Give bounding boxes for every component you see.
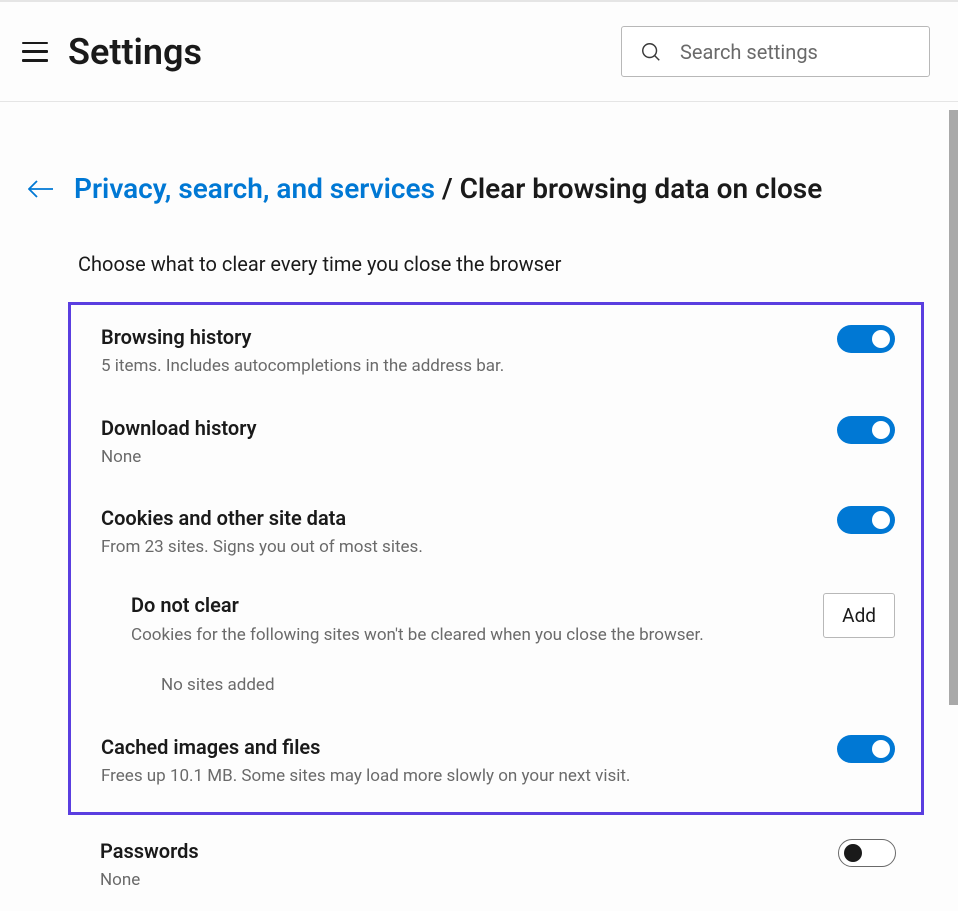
- do-not-clear-title: Do not clear: [131, 593, 704, 617]
- do-not-clear-block: Do not clear Cookies for the following s…: [131, 593, 895, 645]
- setting-cookies: Cookies and other site data From 23 site…: [101, 506, 895, 559]
- do-not-clear-text: Do not clear Cookies for the following s…: [131, 593, 704, 645]
- do-not-clear-desc: Cookies for the following sites won't be…: [131, 625, 704, 645]
- back-button[interactable]: [28, 179, 54, 199]
- setting-cached: Cached images and files Frees up 10.1 MB…: [101, 735, 895, 788]
- breadcrumb-separator: /: [442, 172, 460, 205]
- setting-title: Cached images and files: [101, 735, 817, 759]
- setting-text: Passwords None: [100, 839, 818, 892]
- setting-title: Passwords: [100, 839, 818, 863]
- search-wrap: [621, 26, 930, 77]
- header-left: Settings: [22, 31, 202, 73]
- settings-header: Settings: [0, 0, 958, 102]
- setting-browsing-history: Browsing history 5 items. Includes autoc…: [101, 325, 895, 378]
- toggle-cookies[interactable]: [837, 506, 895, 534]
- breadcrumb-current: Clear browsing data on close: [460, 172, 823, 205]
- setting-desc: From 23 sites. Signs you out of most sit…: [101, 536, 817, 559]
- setting-text: Cached images and files Frees up 10.1 MB…: [101, 735, 817, 788]
- menu-icon[interactable]: [22, 42, 48, 62]
- highlighted-settings: Browsing history 5 items. Includes autoc…: [68, 302, 924, 816]
- do-not-clear-empty: No sites added: [161, 675, 895, 695]
- setting-desc: Frees up 10.1 MB. Some sites may load mo…: [101, 765, 817, 788]
- toggle-download-history[interactable]: [837, 416, 895, 444]
- content: Privacy, search, and services / Clear br…: [0, 102, 958, 892]
- setting-download-history: Download history None: [101, 416, 895, 469]
- breadcrumb-text: Privacy, search, and services / Clear br…: [74, 172, 822, 206]
- intro-text: Choose what to clear every time you clos…: [78, 252, 930, 276]
- setting-desc: None: [101, 446, 817, 469]
- arrow-left-icon: [28, 179, 54, 199]
- page-title: Settings: [68, 31, 202, 73]
- breadcrumb-parent-link[interactable]: Privacy, search, and services: [74, 172, 435, 205]
- search-input[interactable]: [621, 26, 930, 77]
- scrollbar[interactable]: [949, 110, 958, 705]
- setting-text: Cookies and other site data From 23 site…: [101, 506, 817, 559]
- setting-text: Browsing history 5 items. Includes autoc…: [101, 325, 817, 378]
- setting-title: Download history: [101, 416, 817, 440]
- setting-title: Browsing history: [101, 325, 817, 349]
- add-button[interactable]: Add: [823, 593, 895, 638]
- setting-desc: 5 items. Includes autocompletions in the…: [101, 355, 817, 378]
- toggle-browsing-history[interactable]: [837, 325, 895, 353]
- toggle-cached[interactable]: [837, 735, 895, 763]
- setting-title: Cookies and other site data: [101, 506, 817, 530]
- toggle-passwords[interactable]: [838, 839, 896, 867]
- setting-desc: None: [100, 869, 818, 892]
- search-icon: [640, 41, 662, 63]
- setting-passwords: Passwords None: [100, 839, 896, 892]
- setting-text: Download history None: [101, 416, 817, 469]
- breadcrumb: Privacy, search, and services / Clear br…: [28, 172, 930, 206]
